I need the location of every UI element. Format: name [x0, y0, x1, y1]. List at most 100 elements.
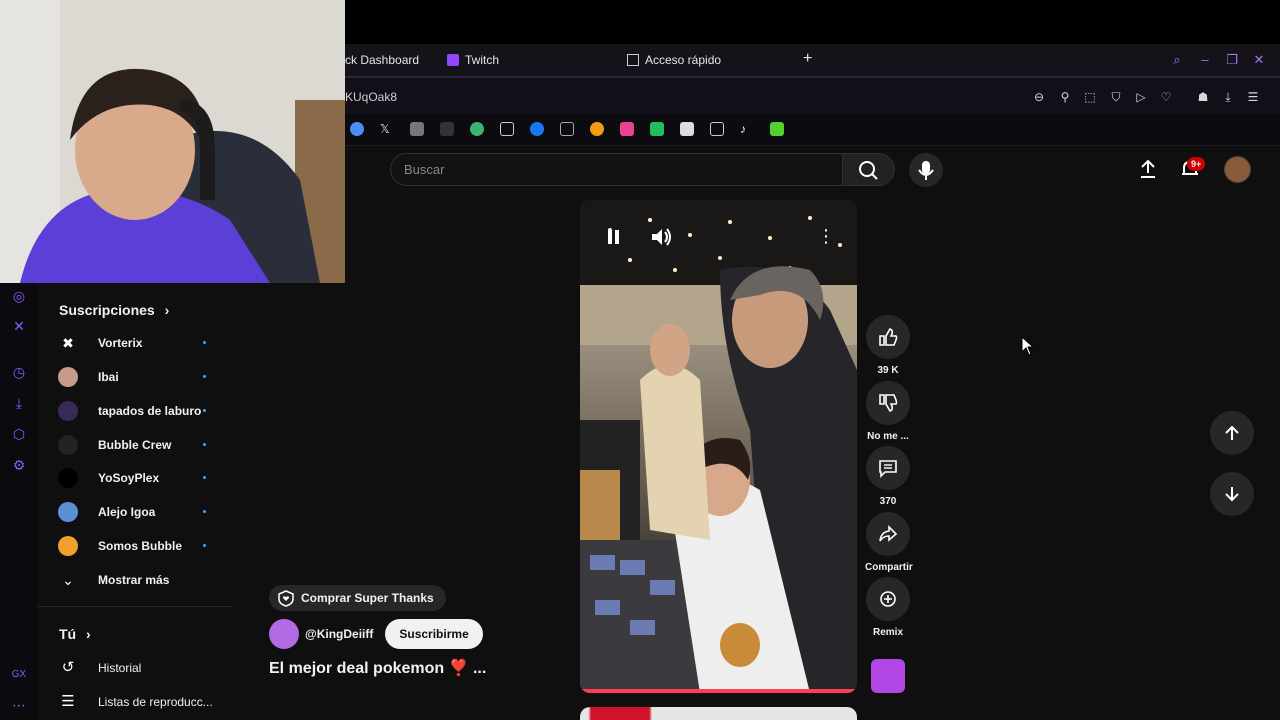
new-tab-button[interactable]: +: [803, 50, 812, 68]
maximize-icon[interactable]: ❐: [1225, 53, 1239, 67]
video-frame: [580, 200, 857, 693]
search-icon[interactable]: ⌕: [1170, 53, 1184, 67]
super-thanks-label: Comprar Super Thanks: [301, 591, 434, 605]
bookmark-icon[interactable]: [350, 122, 364, 136]
tab-quick-access[interactable]: Acceso rápido: [627, 53, 721, 67]
instagram-icon[interactable]: ◎: [11, 288, 27, 304]
gx-icon[interactable]: GX: [11, 667, 27, 683]
remix-button[interactable]: Remix: [865, 577, 911, 638]
channel-row: @KingDeiiff Suscribirme: [269, 619, 483, 649]
history-label: Historial: [98, 661, 142, 675]
channel-name: tapados de laburo: [98, 404, 202, 418]
new-content-dot: [203, 510, 206, 513]
video-title[interactable]: El mejor deal pokemon ❣️ ...: [269, 658, 486, 678]
bookmark-icon[interactable]: [440, 122, 454, 136]
sidebar-item-playlists[interactable]: ☰ Listas de reproducc...: [58, 690, 212, 714]
tab-label: Acceso rápido: [645, 53, 722, 67]
pause-button[interactable]: [598, 222, 628, 252]
send-icon[interactable]: ▷: [1134, 90, 1148, 104]
x-icon[interactable]: ✕: [11, 318, 27, 334]
sidebar-item-somos-bubble[interactable]: Somos Bubble: [58, 534, 208, 558]
kick-icon[interactable]: [650, 122, 664, 136]
previous-short-button[interactable]: [1210, 411, 1254, 455]
channel-name: Alejo Igoa: [98, 505, 156, 519]
tab-label: Twitch: [465, 53, 500, 67]
shield-icon[interactable]: ⛉: [1109, 90, 1123, 104]
cube-icon[interactable]: [560, 122, 574, 136]
sidebar-item-yosoyplex[interactable]: YoSoyPlex: [58, 466, 208, 490]
search-button[interactable]: [843, 153, 895, 186]
thumbs-up-icon: [879, 328, 898, 346]
chevron-down-icon: ⌄: [62, 572, 74, 588]
image-icon[interactable]: [410, 122, 424, 136]
search-input[interactable]: Buscar: [390, 153, 843, 186]
tab-label: ck Dashboard: [345, 53, 420, 67]
menu-icon[interactable]: ☰: [1246, 90, 1260, 104]
pin-icon[interactable]: ⚲: [1058, 90, 1072, 104]
super-thanks-button[interactable]: Comprar Super Thanks: [269, 585, 446, 611]
zoom-out-icon[interactable]: ⊖: [1032, 90, 1046, 104]
extension-icon[interactable]: ⬡: [11, 426, 27, 442]
search-icon: [859, 161, 878, 180]
sidebar-item-tapados-de-laburo[interactable]: tapados de laburo: [58, 399, 208, 423]
arrow-up-icon: [1225, 425, 1239, 440]
channel-avatar[interactable]: [269, 619, 299, 649]
more-icon[interactable]: ⋯: [11, 697, 27, 713]
show-more-button[interactable]: ⌄ Mostrar más: [58, 568, 208, 592]
clock-icon[interactable]: ◷: [11, 364, 27, 380]
profile-icon[interactable]: ☗: [1196, 90, 1210, 104]
account-avatar[interactable]: [1224, 156, 1251, 183]
close-icon[interactable]: ✕: [1252, 53, 1266, 67]
bookmark-icon[interactable]: [680, 122, 694, 136]
screenshot-icon[interactable]: ⬚: [1083, 90, 1097, 104]
avatar: [58, 435, 78, 455]
sidebar-item-bubble-crew[interactable]: Bubble Crew: [58, 433, 208, 457]
download-icon[interactable]: ⤓: [1221, 90, 1235, 104]
tab-twitch[interactable]: Twitch: [447, 53, 499, 67]
new-content-dot: [203, 443, 206, 446]
comments-button[interactable]: 370: [865, 446, 911, 507]
subscriptions-heading[interactable]: Suscripciones ›: [59, 302, 169, 318]
thumbs-down-icon: [879, 394, 898, 412]
tab-dashboard[interactable]: ck Dashboard: [345, 53, 419, 67]
dislike-button[interactable]: No me ...: [865, 381, 911, 442]
sidebar-item-vorterix[interactable]: ✖ Vorterix: [58, 331, 208, 355]
x-icon[interactable]: 𝕏: [380, 122, 394, 136]
tiktok-icon[interactable]: ♪: [740, 122, 754, 136]
microphone-icon: [918, 161, 934, 180]
volume-button[interactable]: [646, 222, 676, 252]
more-options-icon[interactable]: ⋮: [815, 222, 837, 252]
like-button[interactable]: 39 K: [865, 315, 911, 376]
doc-icon[interactable]: [710, 122, 724, 136]
subscribe-button[interactable]: Suscribirme: [385, 619, 483, 649]
heart-icon[interactable]: ♡: [1159, 90, 1173, 104]
share-button[interactable]: Compartir: [865, 512, 913, 573]
download-icon[interactable]: ⤓: [11, 395, 27, 411]
sidebar-rail: ◎ ✕ ◷ ⤓ ⬡ ⚙ GX ⋯: [0, 283, 38, 720]
settings-icon[interactable]: ⚙: [11, 457, 27, 473]
share-label: Compartir: [865, 562, 913, 573]
share-icon: [879, 525, 898, 542]
show-more-label: Mostrar más: [98, 573, 170, 587]
next-short-button[interactable]: [1210, 472, 1254, 516]
short-video-player[interactable]: ⋮: [580, 200, 857, 693]
channel-name: YoSoyPlex: [98, 471, 160, 485]
next-short-preview[interactable]: [580, 707, 857, 720]
facebook-icon[interactable]: [530, 122, 544, 136]
you-heading[interactable]: Tú ›: [59, 626, 91, 642]
bookmark-icon[interactable]: [470, 122, 484, 136]
playlist-icon: ☰: [61, 693, 75, 710]
minimize-icon[interactable]: –: [1198, 53, 1212, 67]
bookmark-icon[interactable]: [770, 122, 784, 136]
doc-icon[interactable]: [500, 122, 514, 136]
upload-button[interactable]: [1137, 158, 1159, 180]
bookmark-icon[interactable]: [590, 122, 604, 136]
sidebar-item-alejo-igoa[interactable]: Alejo Igoa: [58, 500, 208, 524]
sidebar-item-history[interactable]: ↺ Historial: [58, 656, 208, 680]
channel-thumbnail[interactable]: [871, 659, 905, 693]
voice-search-button[interactable]: [909, 153, 943, 187]
bookmark-icon[interactable]: [620, 122, 634, 136]
channel-handle[interactable]: @KingDeiiff: [305, 627, 373, 641]
sidebar-item-ibai[interactable]: Ibai: [58, 365, 208, 389]
avatar: ✖: [58, 333, 78, 353]
